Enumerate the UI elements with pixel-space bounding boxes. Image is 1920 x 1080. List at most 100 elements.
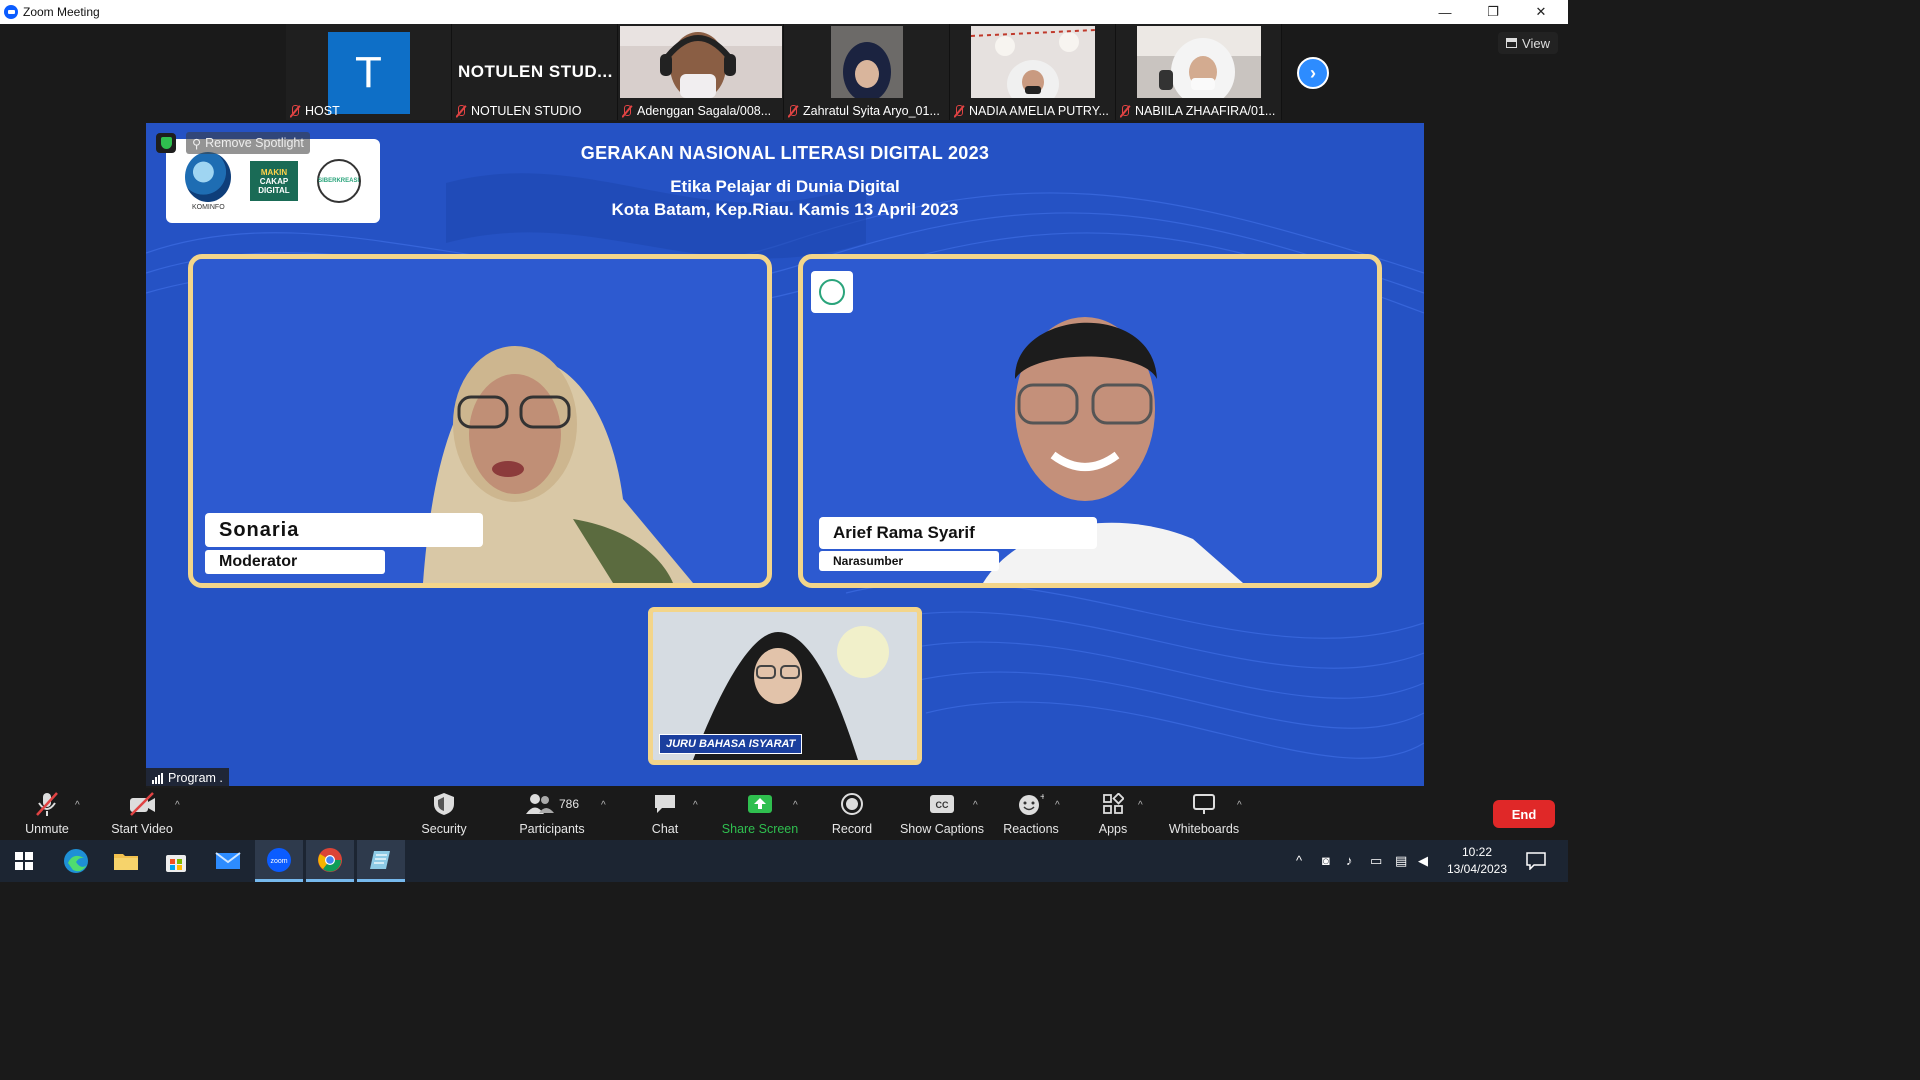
shield-icon xyxy=(433,791,455,817)
windows-start-icon[interactable] xyxy=(0,840,48,882)
connection-status[interactable]: Program . xyxy=(146,768,229,788)
participant-tile-adenggan[interactable]: Adenggan Sagala/008... xyxy=(618,24,784,120)
reactions-button[interactable]: + Reactions xyxy=(1000,790,1062,840)
minimize-button[interactable]: — xyxy=(1422,0,1468,24)
chat-button[interactable]: Chat xyxy=(640,790,690,840)
volume-tray-icon[interactable]: ◀ xyxy=(1418,853,1428,869)
clock-time: 10:22 xyxy=(1461,845,1493,859)
share-options-chevron-icon[interactable]: ^ xyxy=(793,800,798,811)
participants-label: Participants xyxy=(519,822,585,836)
show-captions-label: Show Captions xyxy=(899,822,985,836)
security-button[interactable]: Security xyxy=(414,790,474,840)
participant-tile-zahratul[interactable]: Zahratul Syita Aryo_01... xyxy=(784,24,950,120)
speaker-role-plate: Narasumber xyxy=(819,551,999,571)
speaker-name-plate: Sonaria xyxy=(205,513,483,547)
participant-name-text: HOST xyxy=(305,104,340,118)
unmute-label: Unmute xyxy=(25,822,69,836)
record-icon xyxy=(840,791,864,817)
record-label: Record xyxy=(831,822,873,836)
meeting-toolbar: Unmute ^ Start Video ^ Security 786 Part… xyxy=(0,790,1568,840)
unmute-button[interactable]: Unmute xyxy=(18,790,76,840)
apps-options-chevron-icon[interactable]: ^ xyxy=(1138,800,1143,811)
security-label: Security xyxy=(421,822,467,836)
video-off-icon xyxy=(127,791,157,817)
speaker-role-plate: Moderator xyxy=(205,550,385,574)
mic-muted-icon xyxy=(788,104,798,118)
whiteboards-label: Whiteboards xyxy=(1168,822,1240,836)
chrome-icon[interactable] xyxy=(306,840,354,882)
participant-tile-notulen[interactable]: NOTULEN STUD... NOTULEN STUDIO xyxy=(452,24,618,120)
chat-icon xyxy=(653,791,677,817)
apps-button[interactable]: Apps xyxy=(1092,790,1134,840)
participants-count: 786 xyxy=(558,797,580,811)
event-location-date: Kota Batam, Kep.Riau. Kamis 13 April 202… xyxy=(611,200,959,219)
participant-name: NOTULEN STUDIO xyxy=(456,104,613,118)
microphone-tray-icon[interactable]: ♪ xyxy=(1346,853,1353,868)
participant-name-text: NOTULEN STUDIO xyxy=(471,104,582,118)
whiteboard-icon xyxy=(1192,791,1216,817)
edge-icon[interactable] xyxy=(52,840,100,882)
record-button[interactable]: Record xyxy=(826,790,878,840)
system-clock[interactable]: 10:22 13/04/2023 xyxy=(1440,844,1514,878)
meeting-area: T HOST NOTULEN STUD... NOTULEN STUDIO Ad… xyxy=(0,24,1568,790)
file-explorer-icon[interactable] xyxy=(102,840,150,882)
narasumber-panel: Arief Rama Syarif Narasumber xyxy=(798,254,1382,588)
participant-name-text: NABIILA ZHAAFIRA/01... xyxy=(1135,104,1276,118)
siberkreasi-mini-logo xyxy=(811,271,853,313)
participant-name: NADIA AMELIA PUTRY... xyxy=(954,104,1111,118)
participant-name: Zahratul Syita Aryo_01... xyxy=(788,104,945,118)
captions-options-chevron-icon[interactable]: ^ xyxy=(973,800,978,811)
participant-video xyxy=(830,26,903,98)
reactions-options-chevron-icon[interactable]: ^ xyxy=(1055,800,1060,811)
event-title: GERAKAN NASIONAL LITERASI DIGITAL 2023 xyxy=(580,143,990,163)
chat-options-chevron-icon[interactable]: ^ xyxy=(693,800,698,811)
chat-label: Chat xyxy=(651,822,679,836)
event-subtitle: Etika Pelajar di Dunia Digital xyxy=(670,177,900,196)
participant-tile-nadia[interactable]: NADIA AMELIA PUTRY... xyxy=(950,24,1116,120)
store-icon[interactable] xyxy=(152,840,200,882)
share-screen-label: Share Screen xyxy=(721,822,799,836)
share-screen-button[interactable]: Share Screen xyxy=(720,790,800,840)
start-video-button[interactable]: Start Video xyxy=(106,790,178,840)
restore-button[interactable]: ❐ xyxy=(1470,0,1516,24)
participant-name-text: Adenggan Sagala/008... xyxy=(637,104,772,118)
view-button[interactable]: View xyxy=(1498,32,1558,54)
share-screen-icon xyxy=(747,791,773,817)
mic-muted-icon xyxy=(456,104,466,118)
mail-icon[interactable] xyxy=(204,840,252,882)
view-label: View xyxy=(1522,35,1550,51)
participant-tile-nabiila[interactable]: NABIILA ZHAAFIRA/01... xyxy=(1116,24,1282,120)
show-captions-button[interactable]: CC Show Captions xyxy=(898,790,986,840)
view-grid-icon xyxy=(1506,38,1518,48)
end-meeting-button[interactable]: End xyxy=(1493,800,1555,828)
participants-button[interactable]: 786 Participants xyxy=(512,790,592,840)
whiteboards-button[interactable]: Whiteboards xyxy=(1166,790,1242,840)
interpreter-label: JURU BAHASA ISYARAT xyxy=(659,734,803,754)
notepad-icon[interactable] xyxy=(357,840,405,882)
participant-tile-host[interactable]: T HOST xyxy=(286,24,452,120)
participant-name-text: Zahratul Syita Aryo_01... xyxy=(803,104,940,118)
audio-options-chevron-icon[interactable]: ^ xyxy=(75,800,80,811)
video-options-chevron-icon[interactable]: ^ xyxy=(175,800,180,811)
chevron-right-icon[interactable]: › xyxy=(1297,57,1329,89)
whiteboards-options-chevron-icon[interactable]: ^ xyxy=(1237,800,1242,811)
svg-text:zoom: zoom xyxy=(270,858,287,865)
logo-line-1: MAKIN xyxy=(260,167,288,177)
notification-center-icon[interactable] xyxy=(1512,840,1560,882)
mic-muted-icon xyxy=(622,104,632,118)
show-hidden-icons-chevron-icon[interactable]: ^ xyxy=(1296,853,1302,868)
title-bar: Zoom Meeting — ❐ ✕ xyxy=(0,0,1568,24)
battery-tray-icon[interactable]: ▭ xyxy=(1370,853,1382,869)
start-video-label: Start Video xyxy=(111,822,173,836)
moderator-panel: Sonaria Moderator xyxy=(188,254,772,588)
participant-video xyxy=(1136,26,1261,98)
clock-date: 13/04/2023 xyxy=(1446,862,1508,876)
camera-tray-icon[interactable]: ◙ xyxy=(1322,853,1330,868)
mic-muted-icon xyxy=(34,791,60,817)
close-button[interactable]: ✕ xyxy=(1518,0,1564,24)
zoom-app-icon xyxy=(4,5,18,19)
network-tray-icon[interactable]: ▤ xyxy=(1395,853,1407,869)
reactions-label: Reactions xyxy=(1003,822,1059,836)
zoom-icon[interactable]: zoom xyxy=(255,840,303,882)
participants-options-chevron-icon[interactable]: ^ xyxy=(601,800,606,811)
